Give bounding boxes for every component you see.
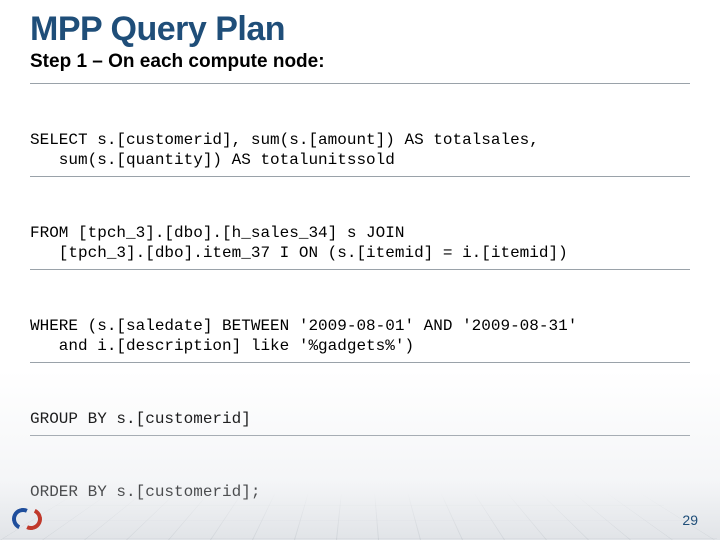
sql-from: FROM [tpch_3].[dbo].[h_sales_34] s JOIN … [30,217,690,270]
sql-where: WHERE (s.[saledate] BETWEEN '2009-08-01'… [30,310,690,363]
sql-order-by: ORDER BY s.[customerid]; [30,476,690,508]
page-title: MPP Query Plan [0,0,720,49]
sql-block: SELECT s.[customerid], sum(s.[amount]) A… [30,84,690,540]
sql-select: SELECT s.[customerid], sum(s.[amount]) A… [30,124,690,177]
step-subtitle: Step 1 – On each compute node: [30,51,720,79]
sql-group-by: GROUP BY s.[customerid] [30,403,690,436]
slide: MPP Query Plan Step 1 – On each compute … [0,0,720,540]
logo-icon [12,508,42,530]
page-number: 29 [682,512,698,528]
